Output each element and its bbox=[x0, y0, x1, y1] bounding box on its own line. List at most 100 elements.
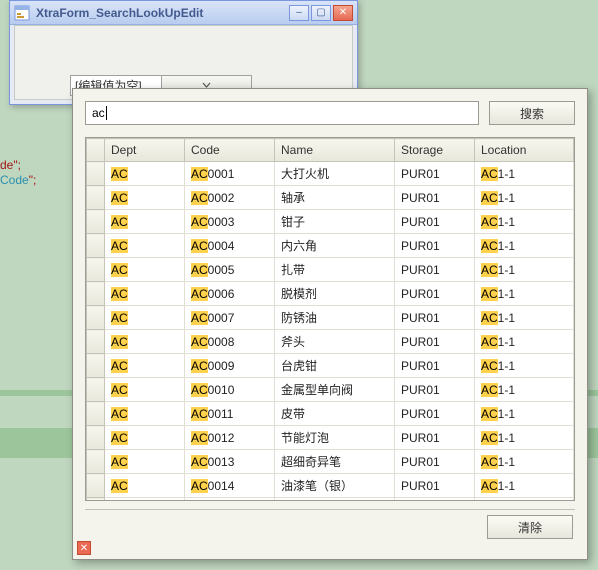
cell-code: AC0012 bbox=[185, 426, 275, 450]
cell-storage: PUR01 bbox=[395, 402, 475, 426]
search-button[interactable]: 搜索 bbox=[489, 101, 575, 125]
row-indicator bbox=[87, 498, 105, 501]
cell-code: AC0004 bbox=[185, 234, 275, 258]
cell-dept: AC bbox=[105, 426, 185, 450]
cell-location: AC1-1 bbox=[475, 282, 574, 306]
grid-scroll[interactable]: Dept Code Name Storage Location ACAC0001… bbox=[86, 138, 574, 500]
cell-code: AC0011 bbox=[185, 402, 275, 426]
table-row[interactable]: ACAC0013超细奇异笔PUR01AC1-1 bbox=[87, 450, 574, 474]
results-grid[interactable]: Dept Code Name Storage Location ACAC0001… bbox=[85, 137, 575, 501]
cell-name: 台虎钳 bbox=[275, 354, 395, 378]
col-name[interactable]: Name bbox=[275, 139, 395, 162]
cell-storage: PUR01 bbox=[395, 330, 475, 354]
cell-dept: AC bbox=[105, 450, 185, 474]
maximize-button[interactable]: ▢ bbox=[311, 5, 331, 21]
cell-location: AC1-1 bbox=[475, 498, 574, 501]
table-row[interactable]: ACAC0001大打火机PUR01AC1-1 bbox=[87, 162, 574, 186]
col-code[interactable]: Code bbox=[185, 139, 275, 162]
table-row[interactable]: ACAC0008斧头PUR01AC1-1 bbox=[87, 330, 574, 354]
cell-storage: PUR01 bbox=[395, 282, 475, 306]
cell-dept: AC bbox=[105, 162, 185, 186]
cell-code: AC0008 bbox=[185, 330, 275, 354]
table-row[interactable]: ACAC0012节能灯泡PUR01AC1-1 bbox=[87, 426, 574, 450]
cell-code: AC0003 bbox=[185, 210, 275, 234]
cell-location: AC1-1 bbox=[475, 354, 574, 378]
cell-storage: PUR01 bbox=[395, 498, 475, 501]
lookup-popup: ac 搜索 Dept Code Name Storage Location bbox=[72, 88, 588, 560]
cell-name: 金属型单向阀 bbox=[275, 378, 395, 402]
table-row[interactable]: ACAC0005扎带PUR01AC1-1 bbox=[87, 258, 574, 282]
row-indicator bbox=[87, 354, 105, 378]
cell-dept: AC bbox=[105, 354, 185, 378]
table-row[interactable]: ACAC0010金属型单向阀PUR01AC1-1 bbox=[87, 378, 574, 402]
cell-storage: PUR01 bbox=[395, 210, 475, 234]
cell-code: AC0007 bbox=[185, 306, 275, 330]
table-row[interactable]: ACAC0006脱模剂PUR01AC1-1 bbox=[87, 282, 574, 306]
cell-name: 皮带 bbox=[275, 402, 395, 426]
cell-name: 大打火机 bbox=[275, 162, 395, 186]
popup-footer: 清除 ✕ bbox=[73, 509, 587, 559]
cell-dept: AC bbox=[105, 378, 185, 402]
row-indicator bbox=[87, 258, 105, 282]
table-row[interactable]: ACAC0004内六角PUR01AC1-1 bbox=[87, 234, 574, 258]
search-input[interactable]: ac bbox=[85, 101, 479, 125]
cell-name: 扎带 bbox=[275, 258, 395, 282]
cell-location: AC1-1 bbox=[475, 426, 574, 450]
col-location[interactable]: Location bbox=[475, 139, 574, 162]
titlebar[interactable]: XtraForm_SearchLookUpEdit – ▢ ✕ bbox=[10, 1, 357, 25]
row-indicator bbox=[87, 282, 105, 306]
cell-code: AC0015 bbox=[185, 498, 275, 501]
col-storage[interactable]: Storage bbox=[395, 139, 475, 162]
size-grip[interactable]: ✕ bbox=[77, 541, 91, 555]
cell-location: AC1-1 bbox=[475, 210, 574, 234]
cell-name: 超细奇异笔 bbox=[275, 450, 395, 474]
table-row[interactable]: ACAC0007防锈油PUR01AC1-1 bbox=[87, 306, 574, 330]
table-row[interactable]: ACAC0011皮带PUR01AC1-1 bbox=[87, 402, 574, 426]
cell-location: AC1-1 bbox=[475, 162, 574, 186]
cell-name: 钳子 bbox=[275, 210, 395, 234]
row-indicator-header bbox=[87, 139, 105, 162]
cell-code: AC0010 bbox=[185, 378, 275, 402]
cell-dept: AC bbox=[105, 234, 185, 258]
row-indicator bbox=[87, 162, 105, 186]
cell-location: AC1-1 bbox=[475, 186, 574, 210]
cell-dept: AC bbox=[105, 282, 185, 306]
cell-dept: AC bbox=[105, 474, 185, 498]
app-icon bbox=[14, 5, 30, 21]
cell-code: AC0009 bbox=[185, 354, 275, 378]
cell-dept: AC bbox=[105, 210, 185, 234]
clear-button[interactable]: 清除 bbox=[487, 515, 573, 539]
table-row[interactable]: ACAC0003钳子PUR01AC1-1 bbox=[87, 210, 574, 234]
row-indicator bbox=[87, 186, 105, 210]
code-fragment: Code"; bbox=[0, 173, 36, 187]
cell-name: 防锈油 bbox=[275, 306, 395, 330]
close-button[interactable]: ✕ bbox=[333, 5, 353, 21]
row-indicator bbox=[87, 378, 105, 402]
cell-location: AC1-1 bbox=[475, 474, 574, 498]
search-input-value: ac bbox=[92, 106, 105, 120]
cell-storage: PUR01 bbox=[395, 450, 475, 474]
row-indicator bbox=[87, 474, 105, 498]
row-indicator bbox=[87, 450, 105, 474]
cell-location: AC1-1 bbox=[475, 402, 574, 426]
cell-name: 轴承 bbox=[275, 186, 395, 210]
minimize-button[interactable]: – bbox=[289, 5, 309, 21]
cell-code: AC0006 bbox=[185, 282, 275, 306]
cell-dept: AC bbox=[105, 498, 185, 501]
cell-dept: AC bbox=[105, 258, 185, 282]
cell-name: 斧头 bbox=[275, 330, 395, 354]
table-row[interactable]: ACAC0015油漆笔（黑）PUR01AC1-1 bbox=[87, 498, 574, 501]
cell-storage: PUR01 bbox=[395, 186, 475, 210]
row-indicator bbox=[87, 210, 105, 234]
table-row[interactable]: ACAC0002轴承PUR01AC1-1 bbox=[87, 186, 574, 210]
table-row[interactable]: ACAC0009台虎钳PUR01AC1-1 bbox=[87, 354, 574, 378]
cell-location: AC1-1 bbox=[475, 234, 574, 258]
col-dept[interactable]: Dept bbox=[105, 139, 185, 162]
cell-location: AC1-1 bbox=[475, 258, 574, 282]
cell-name: 内六角 bbox=[275, 234, 395, 258]
cell-storage: PUR01 bbox=[395, 354, 475, 378]
table-row[interactable]: ACAC0014油漆笔（银）PUR01AC1-1 bbox=[87, 474, 574, 498]
cell-dept: AC bbox=[105, 330, 185, 354]
row-indicator bbox=[87, 402, 105, 426]
cell-storage: PUR01 bbox=[395, 234, 475, 258]
